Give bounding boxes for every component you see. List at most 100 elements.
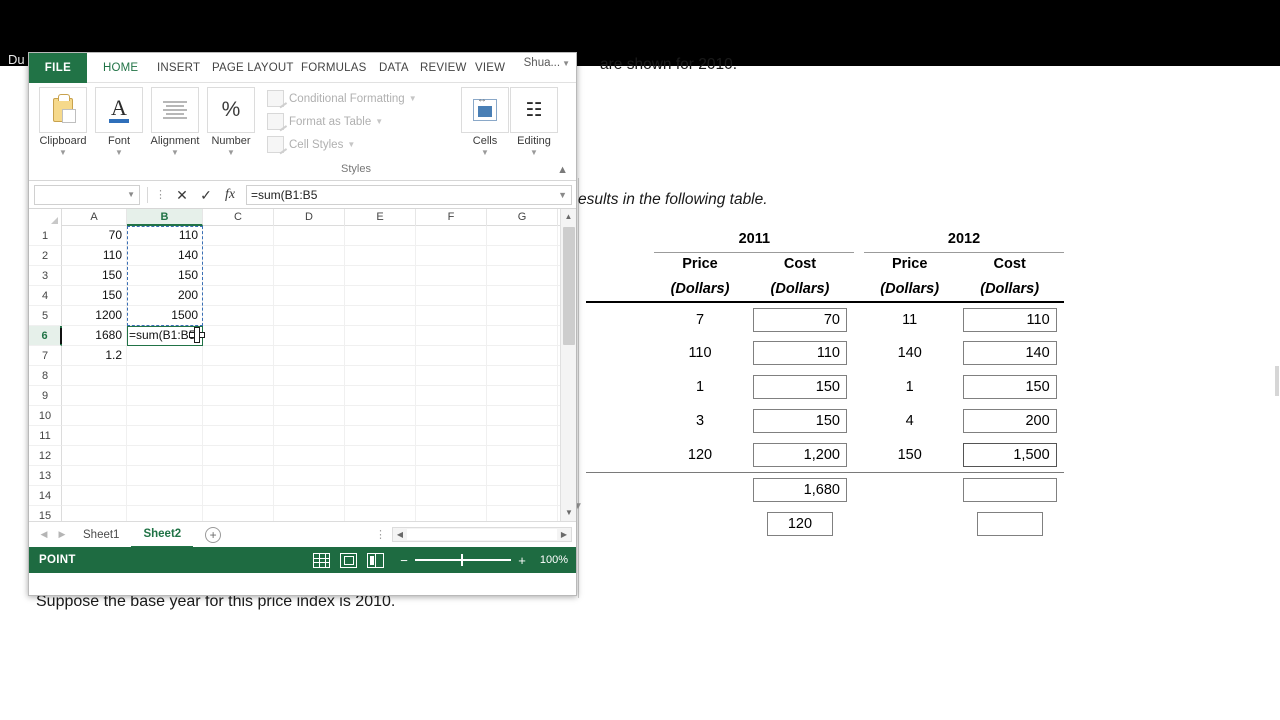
tab-insert[interactable]: INSERT [151, 53, 206, 83]
cell-b6-editing[interactable]: =sum(B1:B5 [127, 326, 203, 345]
row-header-13[interactable]: 13 [29, 466, 62, 486]
ribbon-group-number[interactable]: % Number ▼ [203, 87, 259, 157]
cell-a9[interactable] [62, 386, 127, 405]
cell-a10[interactable] [62, 406, 127, 425]
cell-d6[interactable] [274, 326, 345, 345]
cell-f9[interactable] [416, 386, 487, 405]
worksheet-grid[interactable]: A B C D E F G 1 2 3 4 5 6 7 8 9 10 11 12 [29, 209, 576, 521]
cost-2012-input[interactable]: 200 [962, 409, 1057, 433]
cell-e8[interactable] [345, 366, 416, 385]
formula-bar-handle[interactable]: ⋮ [155, 188, 166, 201]
cost-2011-input[interactable]: 1,200 [752, 442, 847, 467]
cell-e9[interactable] [345, 386, 416, 405]
chevron-down-icon[interactable]: ▼ [127, 190, 135, 199]
tab-view[interactable]: VIEW [469, 53, 511, 83]
name-box[interactable]: ▼ [34, 184, 140, 205]
cell-e1[interactable] [345, 226, 416, 245]
cell-c13[interactable] [203, 466, 274, 485]
row-header-10[interactable]: 10 [29, 406, 62, 426]
cell-b9[interactable] [127, 386, 203, 405]
cell-f4[interactable] [416, 286, 487, 305]
cost-2012-input[interactable]: 150 [962, 375, 1057, 399]
zoom-out-button[interactable]: − [398, 553, 410, 568]
cell-c3[interactable] [203, 266, 274, 285]
column-header-d[interactable]: D [274, 209, 345, 226]
cell-b15[interactable] [127, 506, 203, 521]
clipboard-icon[interactable] [39, 87, 87, 133]
vertical-scrollbar-thumb[interactable] [563, 227, 575, 345]
cell-c14[interactable] [203, 486, 274, 505]
cell-f7[interactable] [416, 346, 487, 365]
sheet-nav-arrows[interactable]: ◀ ▶ [35, 529, 71, 540]
cell-f12[interactable] [416, 446, 487, 465]
cell-d8[interactable] [274, 366, 345, 385]
cell-f3[interactable] [416, 266, 487, 285]
add-sheet-button[interactable]: + [205, 526, 222, 543]
cell-c7[interactable] [203, 346, 274, 365]
row-header-9[interactable]: 9 [29, 386, 62, 406]
cell-g14[interactable] [487, 486, 558, 505]
cell-g6[interactable] [487, 326, 558, 345]
chevron-down-icon[interactable]: ▼ [91, 148, 147, 157]
column-header-e[interactable]: E [345, 209, 416, 226]
sheet-bar-handle[interactable]: ⋮ [375, 528, 392, 541]
cell-e13[interactable] [345, 466, 416, 485]
cell-a12[interactable] [62, 446, 127, 465]
hscroll-left-icon[interactable]: ◀ [393, 530, 407, 539]
cell-c9[interactable] [203, 386, 274, 405]
conditional-formatting-button[interactable]: Conditional Formatting ▼ [267, 87, 445, 110]
row-header-15[interactable]: 15 [29, 506, 62, 521]
cell-b11[interactable] [127, 426, 203, 445]
cell-a4[interactable]: 150 [62, 286, 127, 305]
cell-b4[interactable]: 200 [127, 286, 203, 305]
column-header-b[interactable]: B [127, 209, 203, 226]
cell-b5[interactable]: 1500 [127, 306, 203, 325]
tab-data[interactable]: DATA [373, 53, 415, 83]
cell-f6[interactable] [416, 326, 487, 345]
cell-c1[interactable] [203, 226, 274, 245]
row-header-6[interactable]: 6 [29, 326, 62, 346]
cell-e6[interactable] [345, 326, 416, 345]
row-header-3[interactable]: 3 [29, 266, 62, 286]
cell-f2[interactable] [416, 246, 487, 265]
zoom-slider[interactable] [415, 554, 511, 567]
cost-2011-input[interactable]: 70 [752, 307, 847, 332]
zoom-in-button[interactable]: + [516, 553, 528, 568]
cell-d2[interactable] [274, 246, 345, 265]
hscroll-right-icon[interactable]: ▶ [557, 530, 571, 539]
cell-d4[interactable] [274, 286, 345, 305]
chevron-down-icon[interactable]: ▼ [35, 148, 91, 157]
cost-2012-input[interactable]: 140 [962, 341, 1057, 365]
cell-d14[interactable] [274, 486, 345, 505]
cell-b12[interactable] [127, 446, 203, 465]
cell-b3[interactable]: 150 [127, 266, 203, 285]
cancel-formula-icon[interactable]: ✕ [170, 186, 194, 204]
row-header-5[interactable]: 5 [29, 306, 62, 326]
cell-e14[interactable] [345, 486, 416, 505]
cell-d1[interactable] [274, 226, 345, 245]
cell-a2[interactable]: 110 [62, 246, 127, 265]
cell-d12[interactable] [274, 446, 345, 465]
cell-g8[interactable] [487, 366, 558, 385]
row-header-2[interactable]: 2 [29, 246, 62, 266]
index-2011-input[interactable]: 120 [766, 511, 833, 536]
cell-a3[interactable]: 150 [62, 266, 127, 285]
cell-a11[interactable] [62, 426, 127, 445]
sheet-nav-prev-icon[interactable]: ◀ [35, 529, 53, 540]
index-2012-input[interactable] [976, 511, 1043, 536]
cost-2011-input[interactable]: 150 [752, 409, 847, 433]
normal-view-icon[interactable] [313, 552, 330, 568]
font-icon[interactable]: A [95, 87, 143, 133]
binoculars-icon[interactable]: ☷ [510, 87, 558, 133]
insert-function-icon[interactable]: fx [218, 186, 242, 204]
cell-b14[interactable] [127, 486, 203, 505]
scroll-up-icon[interactable]: ▲ [561, 209, 576, 225]
chevron-down-icon[interactable]: ▼ [457, 148, 513, 157]
alignment-icon[interactable] [151, 87, 199, 133]
cell-f1[interactable] [416, 226, 487, 245]
row-header-4[interactable]: 4 [29, 286, 62, 306]
formula-input[interactable]: =sum(B1:B5 ▼ [246, 184, 572, 205]
cost-2011-input[interactable]: 110 [752, 341, 847, 365]
cell-d10[interactable] [274, 406, 345, 425]
row-header-14[interactable]: 14 [29, 486, 62, 506]
